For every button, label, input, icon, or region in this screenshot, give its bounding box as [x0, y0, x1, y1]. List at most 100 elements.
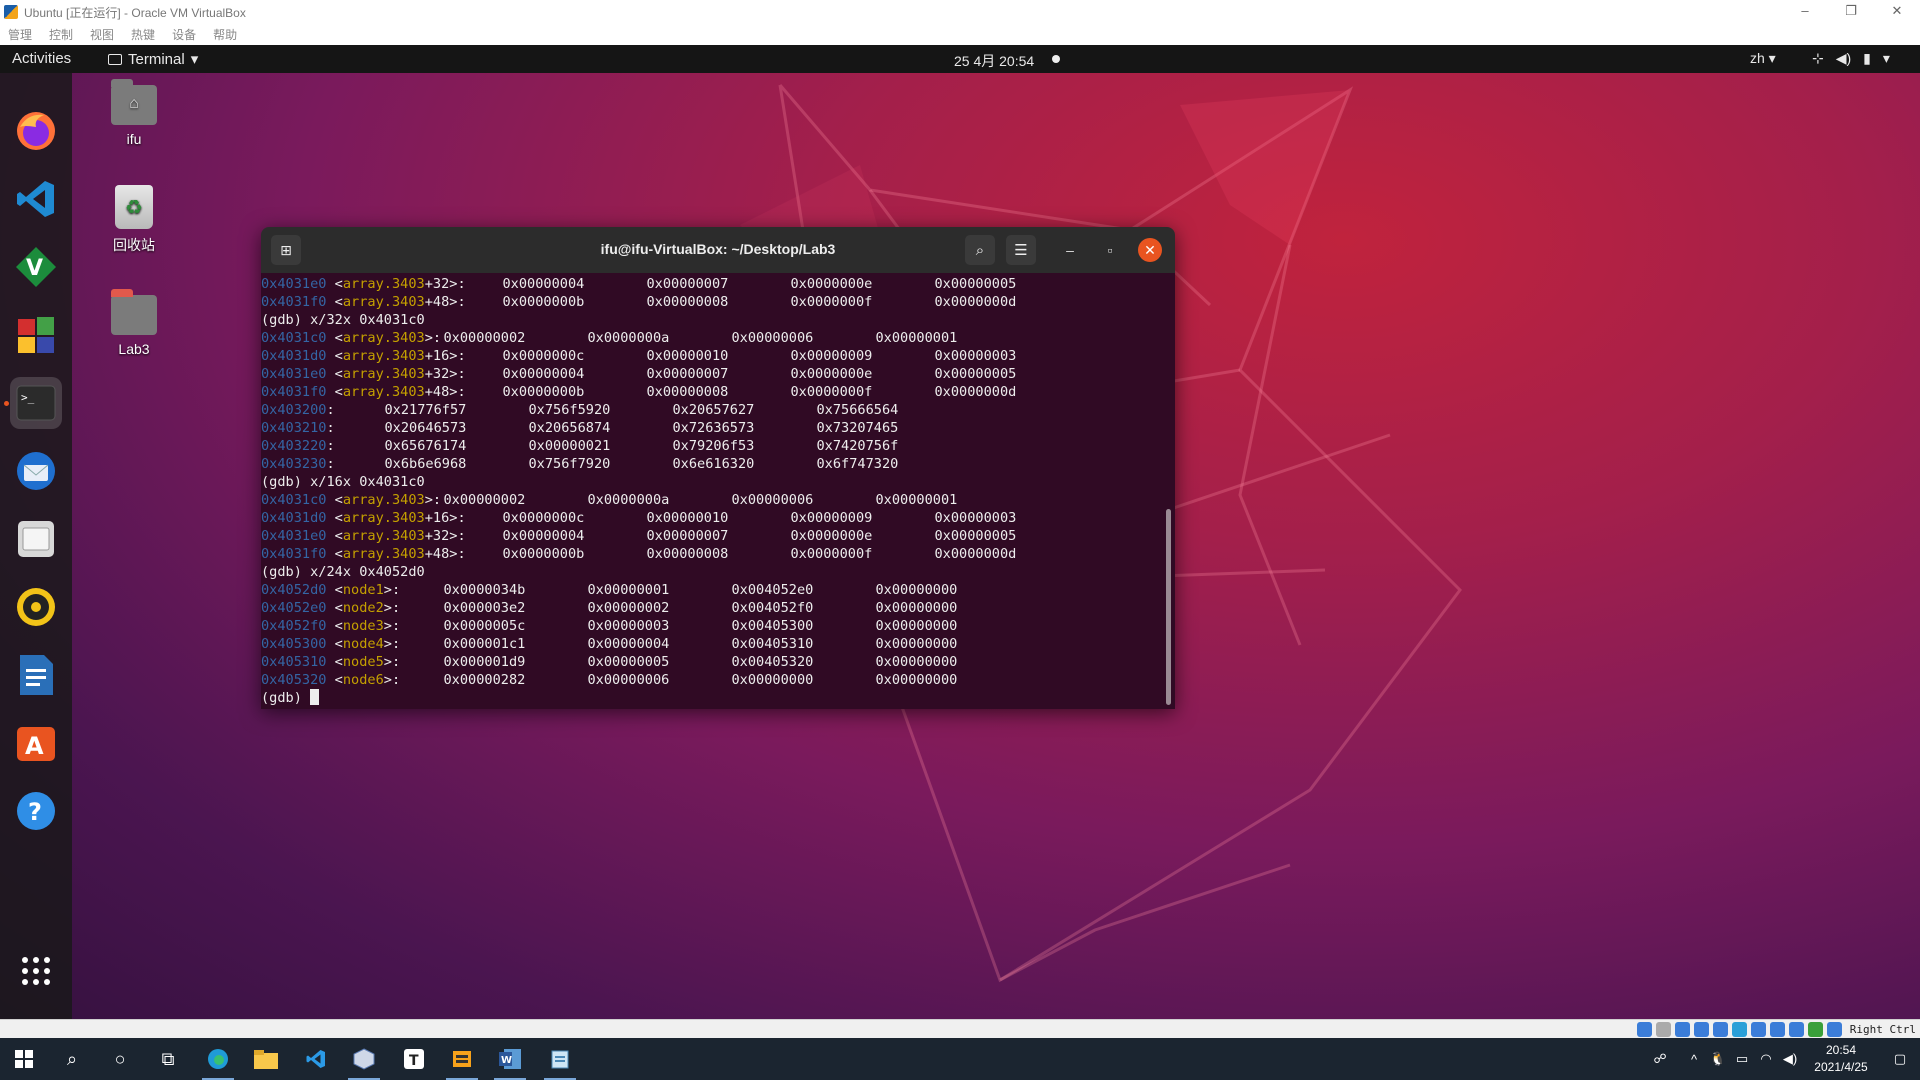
volume-icon[interactable]: ◀): [1778, 1051, 1802, 1067]
minimize-button[interactable]: –: [1782, 0, 1828, 24]
network-indicator-icon[interactable]: [1693, 1022, 1709, 1037]
help-icon[interactable]: ?: [10, 785, 62, 837]
menu-view[interactable]: 视图: [90, 26, 114, 43]
memory-value: 0x00000002: [443, 330, 526, 346]
taskbar-typora[interactable]: T: [390, 1038, 438, 1080]
optical-drive-indicator-icon[interactable]: [1655, 1022, 1671, 1037]
svg-text:V: V: [26, 256, 43, 281]
memory-address: 0x405310: [261, 654, 327, 670]
taskbar-file-explorer[interactable]: [242, 1038, 290, 1080]
taskbar-edge[interactable]: [194, 1038, 242, 1080]
files-icon[interactable]: [10, 513, 62, 565]
start-button[interactable]: [0, 1038, 48, 1080]
keyboard-indicator-icon[interactable]: [1826, 1022, 1842, 1037]
close-icon: ✕: [1144, 241, 1156, 258]
menu-help[interactable]: 帮助: [213, 26, 237, 43]
cortana-button[interactable]: ○: [96, 1038, 144, 1080]
shared-folders-indicator-icon[interactable]: [1731, 1022, 1747, 1037]
restore-button[interactable]: ❐: [1828, 0, 1874, 24]
memory-address: 0x4031d0: [261, 510, 327, 526]
memory-value: 0x79206f53: [672, 438, 755, 454]
window-maximize-button[interactable]: ▫: [1098, 238, 1122, 262]
taskbar-vscode[interactable]: [292, 1038, 340, 1080]
memory-value: 0x0000000f: [790, 294, 873, 310]
chevron-up-icon[interactable]: ^: [1682, 1052, 1706, 1067]
menu-control[interactable]: 控制: [49, 26, 73, 43]
search-button[interactable]: ⌕: [965, 235, 995, 265]
vscode-icon[interactable]: [10, 173, 62, 225]
address-label-colon: :: [326, 420, 335, 436]
usb-indicator-icon[interactable]: [1712, 1022, 1728, 1037]
menu-manage[interactable]: 管理: [8, 26, 32, 43]
menu-devices[interactable]: 设备: [172, 26, 196, 43]
show-apps-icon[interactable]: [10, 945, 62, 997]
symbol-offset: +32: [424, 276, 450, 292]
taskbar-notepad[interactable]: [536, 1038, 584, 1080]
memory-dump-row: 0x405300 <node4>: 0x000001c1 0x00000004 0x0…: [261, 635, 1175, 653]
memory-value: 0x00000005: [587, 654, 670, 670]
vt-x-indicator-icon[interactable]: [1788, 1022, 1804, 1037]
desktop-icon-lab3[interactable]: Lab3: [89, 289, 179, 357]
memory-value: 0x65676174: [384, 438, 467, 454]
qq-icon[interactable]: 🐧: [1706, 1051, 1730, 1067]
taskbar-sublime[interactable]: [438, 1038, 486, 1080]
terminal-icon[interactable]: >_: [10, 377, 62, 429]
wifi-icon[interactable]: ◠: [1754, 1051, 1778, 1067]
mouse-integration-indicator-icon[interactable]: [1807, 1022, 1823, 1037]
taskbar-word[interactable]: W: [486, 1038, 534, 1080]
gdb-command: (gdb) x/16x 0x4031c0: [261, 474, 425, 490]
activities-button[interactable]: Activities: [12, 50, 71, 67]
memory-address: 0x405300: [261, 636, 327, 652]
menu-hotkeys[interactable]: 热键: [131, 26, 155, 43]
symbol-name: array.3403: [342, 348, 425, 364]
window-close-button[interactable]: ✕: [1138, 238, 1162, 262]
system-menu[interactable]: ⊹ ◀) ▮ ▾: [1812, 50, 1890, 67]
writer-icon[interactable]: [10, 649, 62, 701]
people-icon[interactable]: ☍: [1648, 1051, 1672, 1067]
audio-indicator-icon[interactable]: [1674, 1022, 1690, 1037]
memory-dump-row: 0x4031c0 <array.3403>: 0x00000002 0x000000…: [261, 491, 1175, 509]
office-icon[interactable]: [10, 309, 62, 361]
symbol-name: array.3403: [342, 492, 425, 508]
menu-button[interactable]: ☰: [1006, 235, 1036, 265]
software-icon[interactable]: A: [10, 717, 62, 769]
app-menu[interactable]: Terminal ▾: [108, 50, 198, 68]
close-button[interactable]: ✕: [1874, 0, 1920, 24]
memory-dump-row: 0x403230: 0x6b6e6968 0x756f7920 0x6e616320 0…: [261, 455, 1175, 473]
input-method-indicator[interactable]: zh ▾: [1750, 50, 1776, 67]
memory-value: 0x0000000d: [934, 294, 1017, 310]
topbar-clock[interactable]: 25 4月 20:54: [954, 51, 1034, 71]
desktop-icon-trash[interactable]: ♻ 回收站: [89, 185, 179, 255]
terminal-output[interactable]: 0x4031e0 <array.3403+32>: 0x00000004 0x000…: [261, 273, 1175, 709]
guest-screen: Activities Terminal ▾ 25 4月 20:54 zh ▾ ⊹…: [0, 45, 1920, 1019]
rhythmbox-icon[interactable]: [10, 581, 62, 633]
recording-indicator-icon[interactable]: [1769, 1022, 1785, 1037]
hard-disk-indicator-icon[interactable]: [1636, 1022, 1652, 1037]
battery-icon[interactable]: ▭: [1730, 1051, 1754, 1067]
task-view-button[interactable]: ⧉: [144, 1038, 192, 1080]
running-indicator-icon: [4, 401, 9, 406]
thunderbird-icon[interactable]: [10, 445, 62, 497]
notification-center-icon[interactable]: ▢: [1880, 1051, 1920, 1067]
symbol-label: <node2>:: [326, 600, 401, 616]
terminal-scrollbar[interactable]: [1166, 509, 1171, 705]
terminal-lines: 0x4031e0 <array.3403+32>: 0x00000004 0x000…: [261, 275, 1175, 689]
memory-dump-row: 0x4031f0 <array.3403+48>: 0x0000000b 0x000…: [261, 293, 1175, 311]
address-label-colon: :: [326, 456, 335, 472]
memory-address: 0x4031c0: [261, 330, 327, 346]
memory-value: 0x00000008: [646, 294, 729, 310]
memory-value: 0x00000005: [934, 528, 1017, 544]
memory-value: 0x00000021: [528, 438, 611, 454]
symbol-offset: +32: [424, 366, 450, 382]
firefox-icon[interactable]: [10, 105, 62, 157]
desktop-icon-home[interactable]: ⌂ ifu: [89, 79, 179, 147]
vim-icon[interactable]: V: [10, 241, 62, 293]
window-minimize-button[interactable]: –: [1058, 238, 1082, 262]
search-button[interactable]: ⌕: [48, 1038, 96, 1080]
taskbar-virtualbox[interactable]: [340, 1038, 388, 1080]
taskbar-clock[interactable]: 20:54 2021/4/25: [1802, 1042, 1880, 1076]
memory-value: 0x20656874: [528, 420, 611, 436]
svg-text:A: A: [25, 732, 44, 760]
address-label-colon: :: [326, 402, 335, 418]
display-indicator-icon[interactable]: [1750, 1022, 1766, 1037]
